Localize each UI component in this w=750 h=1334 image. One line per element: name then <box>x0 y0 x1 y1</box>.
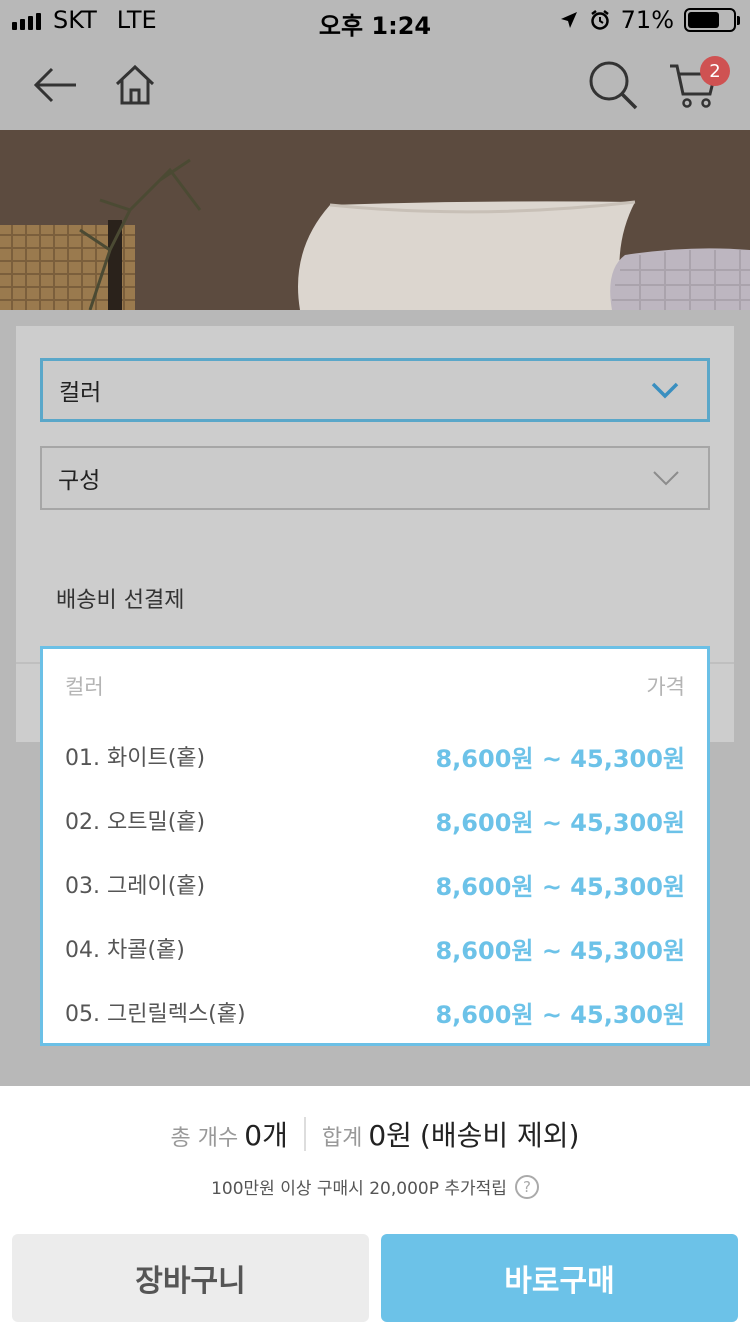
item-name: 02. 오트밀(홑) <box>65 810 206 835</box>
color-dropdown-list: 컬러 가격 01. 화이트(홑) 8,600원 ~ 45,300원 02. 오트… <box>40 646 710 1046</box>
item-price: 8,600원 ~ 45,300원 <box>435 872 685 901</box>
back-button[interactable] <box>10 40 100 130</box>
search-button[interactable] <box>568 40 658 130</box>
cart-button[interactable]: 2 <box>648 40 738 130</box>
help-icon[interactable]: ? <box>514 1174 539 1199</box>
order-summary: 총 개수 0개 합계 0원 (배송비 제외) <box>0 1114 750 1154</box>
item-name: 03. 그레이(홑) <box>65 874 206 899</box>
color-select-label: 컬러 <box>59 380 102 406</box>
dropdown-header-price: 가격 <box>646 675 685 699</box>
bottom-sheet: 총 개수 0개 합계 0원 (배송비 제외) 100만원 이상 구매시 20,0… <box>0 1086 750 1334</box>
item-name: 04. 차콜(홑) <box>65 938 185 963</box>
count-label: 총 개수 <box>170 1126 239 1151</box>
dropdown-item-charcoal[interactable]: 04. 차콜(홑) 8,600원 ~ 45,300원 <box>43 916 707 980</box>
status-right: 71% <box>559 6 740 34</box>
product-photo <box>0 130 750 310</box>
item-price: 8,600원 ~ 45,300원 <box>435 744 685 773</box>
item-price: 8,600원 ~ 45,300원 <box>435 808 685 837</box>
color-select[interactable]: 컬러 <box>40 358 710 422</box>
point-note-text: 100만원 이상 구매시 20,000P 추가적립 <box>211 1179 507 1199</box>
total-value: 0원 <box>368 1119 412 1152</box>
cart-count-badge: 2 <box>700 56 730 86</box>
product-image <box>0 130 750 310</box>
search-icon <box>589 61 638 110</box>
item-price: 8,600원 ~ 45,300원 <box>435 1000 685 1029</box>
dropdown-header: 컬러 가격 <box>43 649 707 723</box>
count-value: 0개 <box>244 1119 288 1152</box>
status-bar: SKT LTE 오후 1:24 71% <box>0 0 750 40</box>
config-select-label: 구성 <box>58 468 101 494</box>
total-label: 합계 <box>321 1126 363 1151</box>
item-name: 01. 화이트(홑) <box>65 746 206 771</box>
back-arrow-icon <box>33 67 76 103</box>
item-name: 05. 그린릴렉스(홑) <box>65 1002 246 1027</box>
location-arrow-icon <box>560 12 577 28</box>
chevron-down-icon <box>651 382 679 399</box>
buy-now-button[interactable]: 바로구매 <box>381 1234 738 1322</box>
shipping-option: 배송비 선결제 <box>56 588 185 613</box>
total-note: (배송비 제외) <box>419 1119 580 1152</box>
config-select[interactable]: 구성 <box>40 446 710 510</box>
home-icon <box>115 64 155 105</box>
divider <box>303 1117 306 1151</box>
dropdown-item-white[interactable]: 01. 화이트(홑) 8,600원 ~ 45,300원 <box>43 724 707 788</box>
battery-icon <box>684 8 740 32</box>
battery-fill <box>688 12 720 28</box>
home-button[interactable] <box>90 40 180 130</box>
dropdown-item-green-relax[interactable]: 05. 그린릴렉스(홑) 8,600원 ~ 45,300원 <box>43 980 707 1044</box>
dropdown-item-gray[interactable]: 03. 그레이(홑) 8,600원 ~ 45,300원 <box>43 852 707 916</box>
battery-percent: 71% <box>620 6 674 34</box>
alarm-clock-icon <box>590 10 609 30</box>
point-note: 100만원 이상 구매시 20,000P 추가적립 ? <box>0 1174 750 1199</box>
item-price: 8,600원 ~ 45,300원 <box>435 936 685 965</box>
dropdown-item-oatmeal[interactable]: 02. 오트밀(홑) 8,600원 ~ 45,300원 <box>43 788 707 852</box>
dropdown-header-name: 컬러 <box>65 675 104 699</box>
chevron-down-icon <box>653 471 679 486</box>
app-header: 2 <box>0 40 750 130</box>
add-to-cart-button[interactable]: 장바구니 <box>12 1234 369 1322</box>
